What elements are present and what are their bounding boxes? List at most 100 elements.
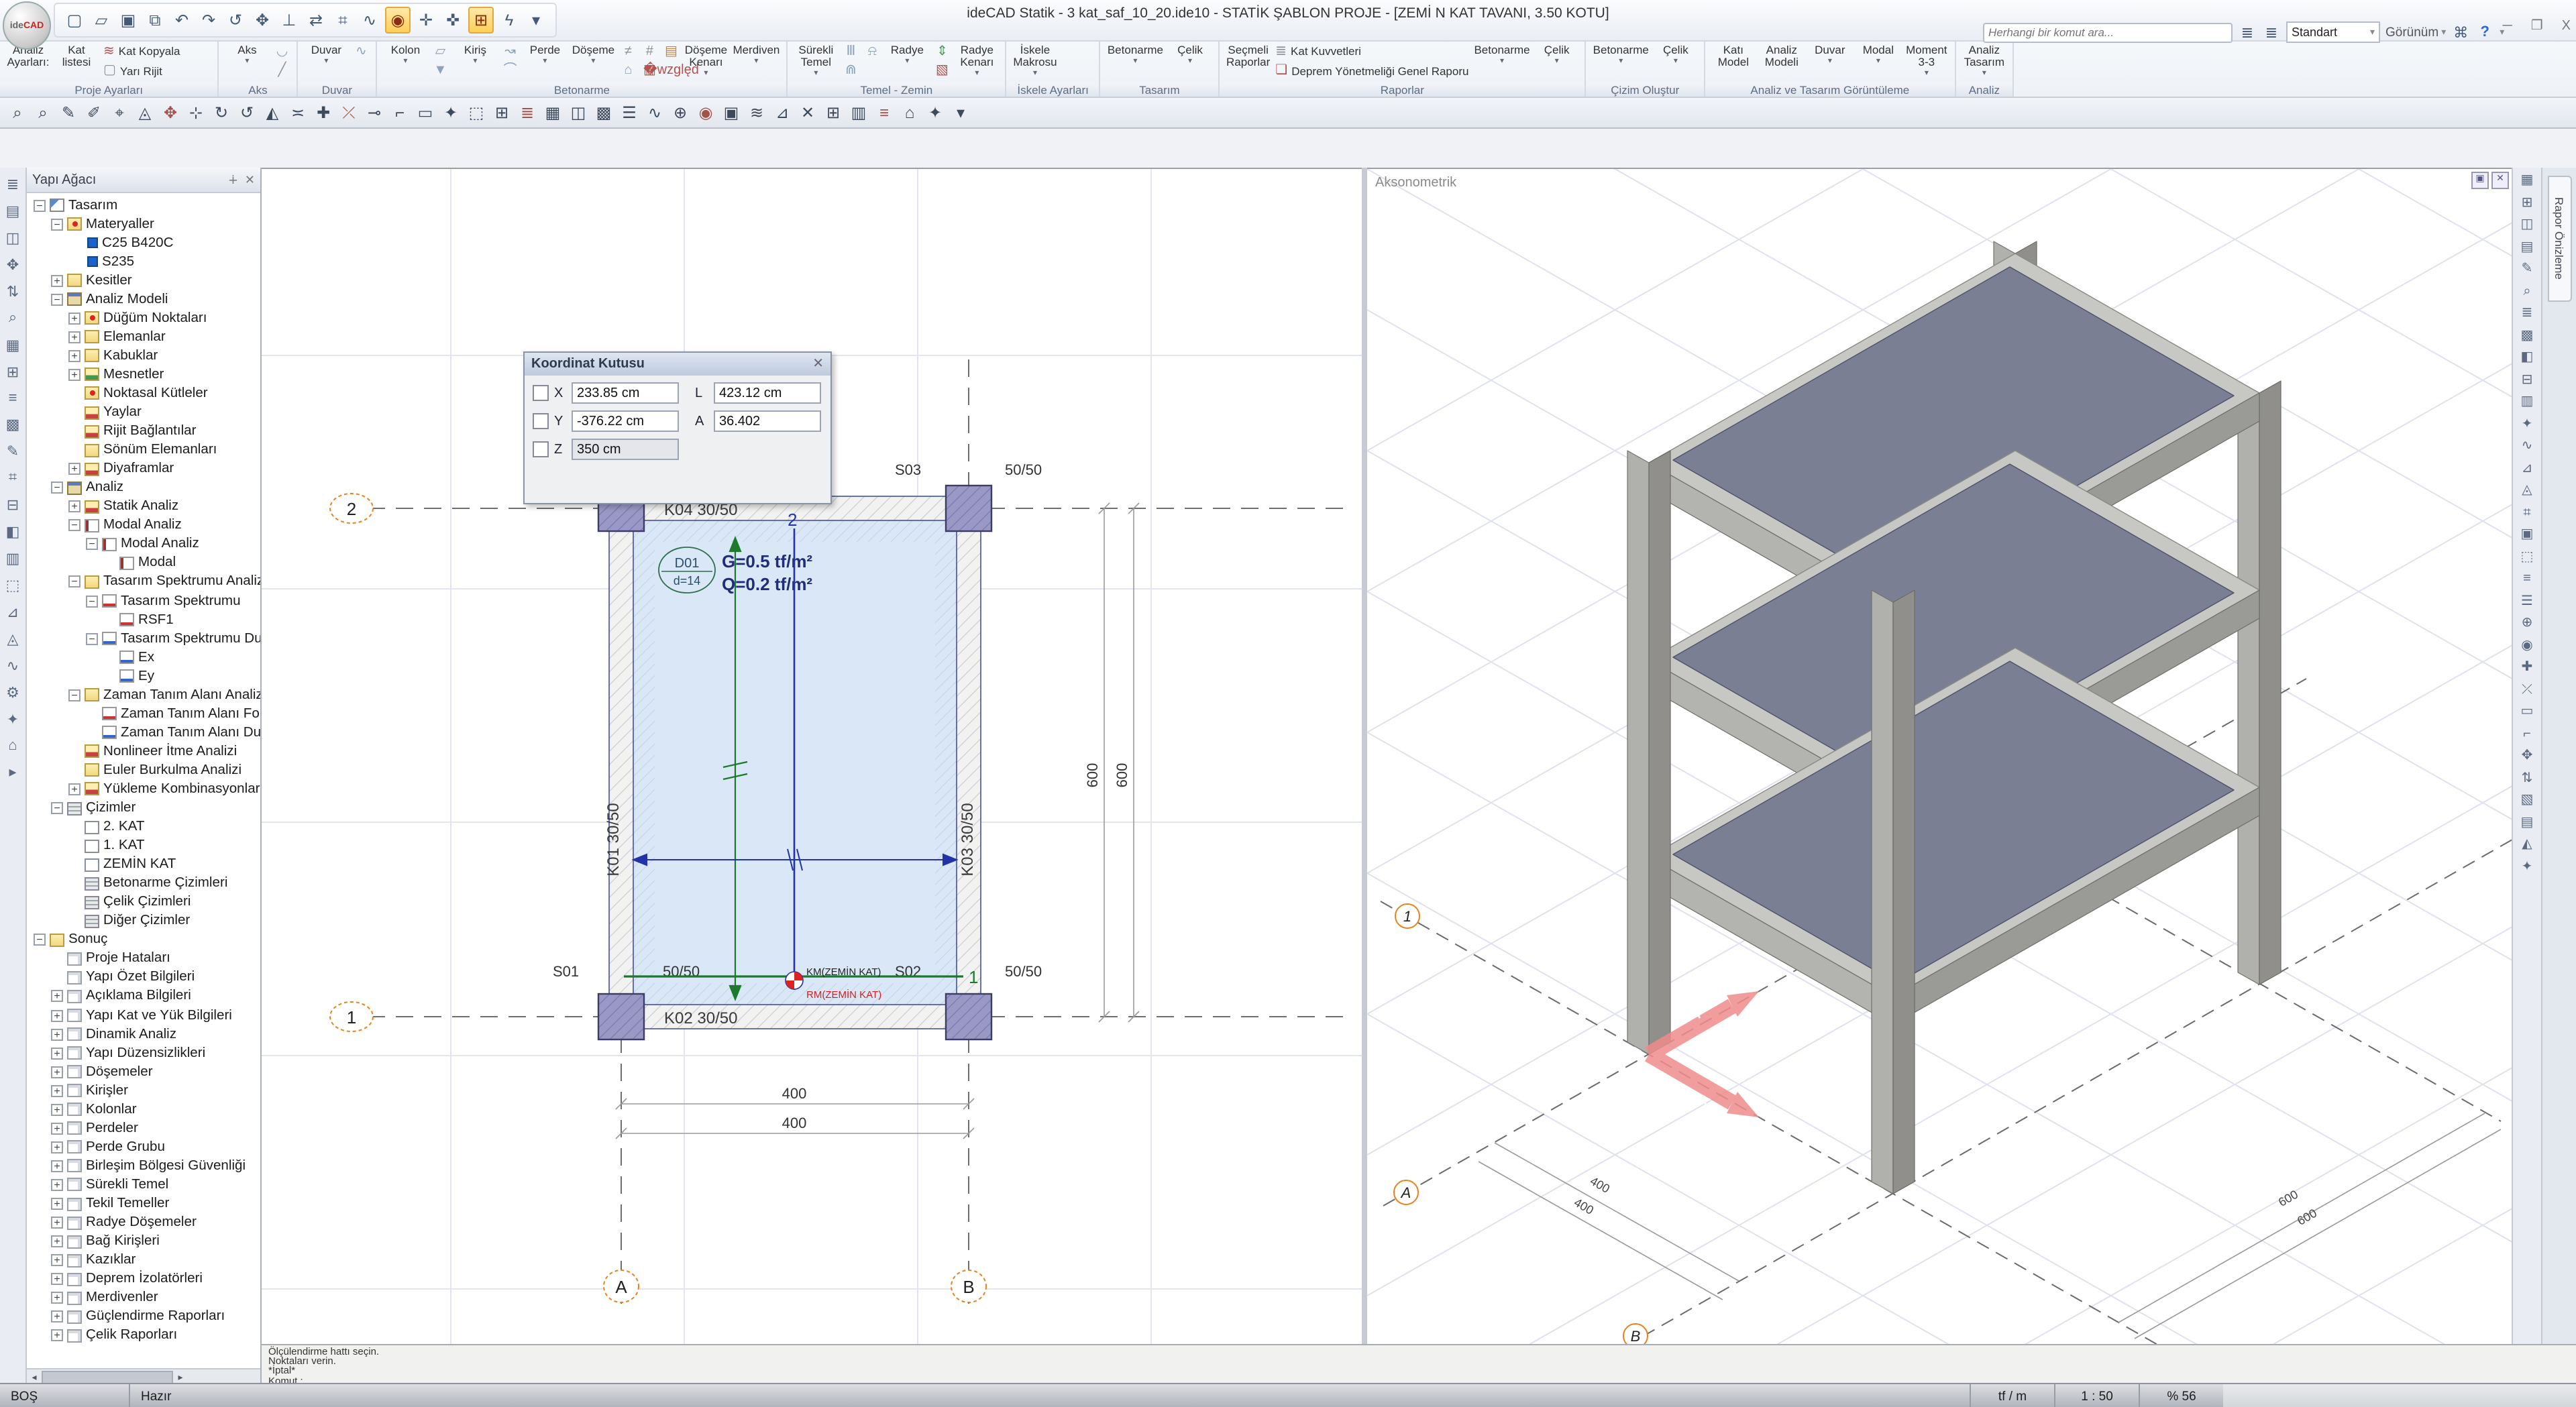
- ribbon-item[interactable]: #: [639, 42, 660, 62]
- redo-icon[interactable]: ↷: [197, 8, 220, 32]
- toolbar-icon[interactable]: ≣: [515, 101, 539, 125]
- side-tool-icon[interactable]: ⌕: [2523, 284, 2530, 298]
- layer-stack-icon[interactable]: ≣: [2262, 23, 2281, 42]
- tree-item[interactable]: − Analiz: [27, 478, 260, 497]
- style-select[interactable]: Standart▾: [2286, 21, 2380, 43]
- tree-expander[interactable]: [103, 614, 115, 626]
- tree-item[interactable]: + Perdeler: [27, 1119, 260, 1138]
- tree-item[interactable]: + Bağ Kirişleri: [27, 1232, 260, 1251]
- perpendicular-icon[interactable]: ⊥: [278, 8, 301, 32]
- tree-expander[interactable]: [68, 406, 80, 418]
- side-tool-icon[interactable]: ◬: [7, 630, 19, 648]
- tree-item[interactable]: Ex: [27, 648, 260, 667]
- side-tool-icon[interactable]: ⌗: [9, 469, 17, 487]
- tree-item[interactable]: + Yapı Düzensizlikleri: [27, 1044, 260, 1062]
- tree-expander[interactable]: +: [51, 1198, 63, 1210]
- tree-item[interactable]: − Tasarım: [27, 196, 260, 215]
- tree-item[interactable]: Proje Hataları: [27, 950, 260, 968]
- side-tool-icon[interactable]: ⊞: [7, 363, 19, 381]
- toolbar-icon[interactable]: ∿: [643, 101, 667, 125]
- tree-item[interactable]: Modal: [27, 554, 260, 573]
- side-tool-icon[interactable]: ▤: [6, 203, 20, 220]
- toolbar-icon[interactable]: ▩: [592, 101, 616, 125]
- tree-item[interactable]: − Modal Analiz: [27, 516, 260, 535]
- tree-item[interactable]: + Kazıklar: [27, 1251, 260, 1270]
- coordinate-box[interactable]: Koordinat Kutusu ✕ X L Y A Z: [523, 351, 832, 504]
- ribbon-item[interactable]: ▢ Yarı Rijit: [101, 62, 213, 81]
- tree-expander[interactable]: +: [51, 1217, 63, 1229]
- tree-expander[interactable]: +: [51, 1066, 63, 1078]
- tree-item[interactable]: − Modal Analiz: [27, 535, 260, 554]
- tree-expander[interactable]: [103, 651, 115, 663]
- tree-item[interactable]: C25 B420C: [27, 233, 260, 252]
- ribbon-item[interactable]: ╱: [271, 62, 292, 81]
- tree-expander[interactable]: [51, 972, 63, 984]
- ribbon-item[interactable]: �względ: [660, 62, 682, 81]
- tree-expander[interactable]: [68, 237, 80, 249]
- tree-item[interactable]: Zaman Tanım Alanı Fonksiyon: [27, 705, 260, 724]
- grid-snap-icon[interactable]: ⊞: [468, 7, 494, 34]
- tree-expander[interactable]: +: [51, 1028, 63, 1040]
- toolbar-icon[interactable]: ✎: [56, 101, 80, 125]
- tree-expander[interactable]: +: [68, 350, 80, 362]
- tree-item[interactable]: Ey: [27, 667, 260, 685]
- side-tool-icon[interactable]: ⤫: [2522, 682, 2532, 697]
- z-lock-checkbox[interactable]: [533, 441, 549, 457]
- tree-expander[interactable]: −: [51, 482, 63, 494]
- side-tool-icon[interactable]: ⊟: [7, 496, 19, 514]
- toolbar-icon[interactable]: ⌐: [388, 101, 412, 125]
- tree-item[interactable]: S235: [27, 252, 260, 271]
- toolbar-icon[interactable]: ↻: [209, 101, 233, 125]
- spline-icon[interactable]: ∿: [358, 8, 381, 32]
- side-tool-icon[interactable]: ⬚: [6, 577, 20, 594]
- tree-item[interactable]: + Çelik Raporları: [27, 1327, 260, 1345]
- tree-item[interactable]: Yapı Özet Bilgileri: [27, 968, 260, 987]
- tree-item[interactable]: + Yükleme Kombinasyonları: [27, 780, 260, 799]
- toolbar-icon[interactable]: ⌕: [5, 101, 30, 125]
- toolbar-icon[interactable]: ⌕: [31, 101, 55, 125]
- ribbon-item[interactable]: ⍾: [861, 42, 883, 62]
- ribbon-item[interactable]: ▱: [429, 42, 451, 62]
- osnap-icon[interactable]: ✛: [415, 8, 437, 32]
- toolbar-icon[interactable]: ☰: [617, 101, 641, 125]
- tree-item[interactable]: + Yapı Kat ve Yük Bilgileri: [27, 1006, 260, 1025]
- quick-analysis-icon[interactable]: ϟ: [498, 8, 521, 32]
- tree-item[interactable]: + Kolonlar: [27, 1101, 260, 1119]
- y-lock-checkbox[interactable]: [533, 413, 549, 429]
- tree-item[interactable]: Diğer Çizimler: [27, 912, 260, 931]
- tree-item[interactable]: − Sonuç: [27, 931, 260, 950]
- tree-expander[interactable]: [86, 727, 98, 739]
- tree-item[interactable]: − Tasarım Spektrumu Analizi: [27, 573, 260, 592]
- toolbar-icon[interactable]: ◉: [694, 101, 718, 125]
- side-tool-icon[interactable]: ⌐: [2523, 726, 2531, 741]
- toolbar-icon[interactable]: ⤫: [337, 101, 361, 125]
- tree-expander[interactable]: [68, 256, 80, 268]
- tree-expander[interactable]: +: [51, 1330, 63, 1342]
- tree-expander[interactable]: [103, 557, 115, 569]
- offset-icon[interactable]: ⇄: [305, 8, 327, 32]
- tree-expander[interactable]: −: [86, 539, 98, 551]
- tree-expander[interactable]: [68, 877, 80, 889]
- tree-item[interactable]: − Tasarım Spektrumu: [27, 592, 260, 610]
- side-tool-icon[interactable]: ◬: [2522, 483, 2532, 498]
- plan-canvas[interactable]: 600 600 400 400: [262, 169, 1362, 1345]
- toolbar-icon[interactable]: ◫: [566, 101, 590, 125]
- side-tool-icon[interactable]: ▩: [6, 416, 20, 433]
- tree-item[interactable]: − Çizimler: [27, 799, 260, 818]
- tree-item[interactable]: Zaman Tanım Alanı Durumları: [27, 724, 260, 742]
- tree-expander[interactable]: +: [68, 783, 80, 795]
- tree-expander[interactable]: −: [51, 294, 63, 306]
- tree-expander[interactable]: [86, 708, 98, 720]
- ribbon-item[interactable]: ▧: [931, 62, 953, 81]
- qat-overflow-icon[interactable]: ▾: [525, 8, 547, 32]
- undo-list-icon[interactable]: ↺: [224, 8, 247, 32]
- side-tool-icon[interactable]: ⚙: [6, 684, 19, 701]
- tree-expander[interactable]: −: [34, 934, 46, 946]
- tree-expander[interactable]: +: [51, 1292, 63, 1304]
- coordinate-box-title[interactable]: Koordinat Kutusu ✕: [525, 353, 830, 376]
- side-tool-icon[interactable]: ◫: [6, 229, 20, 247]
- tree-expander[interactable]: −: [34, 199, 46, 211]
- side-tool-icon[interactable]: ≡: [2523, 571, 2531, 586]
- app-logo-icon[interactable]: ideCAD: [3, 1, 51, 50]
- tree-item[interactable]: + Kesitler: [27, 271, 260, 290]
